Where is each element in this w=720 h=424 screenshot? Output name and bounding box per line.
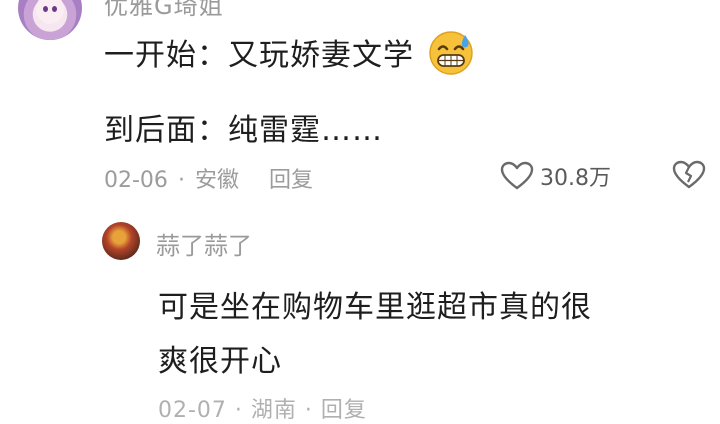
avatar-face	[36, 0, 64, 24]
avatar-eye	[43, 6, 48, 12]
reply-avatar[interactable]	[102, 222, 140, 260]
like-count: 30.8万	[540, 166, 611, 191]
comment-text: 一开始：又玩娇妻文学	[104, 38, 414, 73]
comment-text: 到后面：纯雷霆……	[104, 113, 383, 148]
broken-heart-icon	[672, 160, 706, 189]
comment-location: 安徽	[194, 168, 239, 193]
comment-text-line-1: 一开始：又玩娇妻文学	[104, 30, 475, 81]
comment-date: 02-06	[104, 168, 168, 193]
reply-text-line-1: 可是坐在购物车里逛超市真的很	[158, 290, 592, 325]
comment-meta: 02-06 · 安徽 回复	[104, 168, 313, 193]
reply-username[interactable]: 蒜了蒜了	[156, 226, 252, 261]
dislike-button[interactable]	[672, 160, 706, 194]
like-button[interactable]: 30.8万	[500, 160, 611, 192]
comment-text-line-2: 到后面：纯雷霆……	[104, 105, 383, 149]
grinning-sweat-emoji-icon	[428, 30, 473, 75]
reply-button[interactable]: 回复	[269, 168, 313, 193]
reply-meta-partial: 02-07 · 湖南 · 回复	[158, 398, 367, 423]
heart-icon	[500, 161, 534, 190]
avatar-eye	[52, 6, 57, 12]
reply-text-line-2: 爽很开心	[158, 344, 282, 379]
comment-username[interactable]: 优雅G琦姐	[104, 0, 224, 21]
avatar[interactable]	[18, 0, 82, 40]
